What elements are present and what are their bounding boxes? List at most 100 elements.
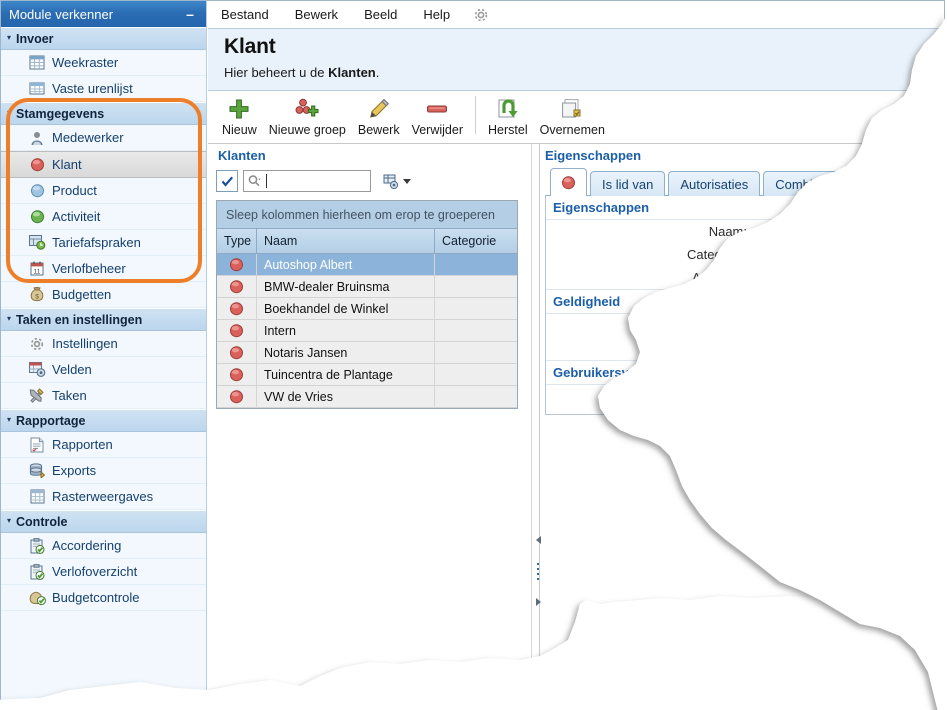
sidebar-item-weekraster[interactable]: Weekraster — [1, 50, 206, 76]
bewerk-button[interactable]: Bewerk — [352, 94, 406, 142]
tab-label: Combinaties — [775, 176, 848, 192]
filter-enabled-checkbox[interactable] — [216, 170, 238, 192]
field-label: Opmerking: — [679, 389, 747, 404]
herstel-button[interactable]: Herstel — [482, 94, 534, 142]
sidebar-item-budgetcontrole[interactable]: Budgetcontrole — [1, 585, 206, 611]
chevron-down-icon: ▾ — [7, 314, 12, 323]
money-bag-icon: $ — [27, 287, 47, 303]
table-row[interactable]: Autoshop Albert — [217, 254, 517, 276]
sidebar-group-taken-en-instellingen[interactable]: ▾ Taken en instellingen — [1, 308, 206, 331]
sidebar-group-stamgegevens[interactable]: ▾ Stamgegevens — [1, 102, 206, 125]
eigenschappen-pane-title: Eigenschappen — [545, 148, 642, 163]
column-header-naam[interactable]: Naam — [257, 229, 435, 253]
chevron-down-icon: ▾ — [7, 516, 12, 525]
klanten-pane: Klanten Sleep kolommen hierheen om erop … — [216, 144, 530, 409]
table-row[interactable]: VW de Vries — [217, 386, 517, 408]
field-categorie[interactable]: Categorie: — [546, 243, 942, 266]
menu-item-bestand[interactable]: Bestand — [208, 1, 282, 28]
sidebar-item-verlofoverzicht[interactable]: Verlofoverzicht — [1, 559, 206, 585]
table-row[interactable]: Notaris Jansen — [217, 342, 517, 364]
blue-sphere-icon — [27, 183, 47, 199]
field-geldig-van[interactable]: Geldig van: Geen — [546, 314, 942, 337]
tab-combinaties[interactable]: Combinaties — [763, 171, 860, 196]
cell-naam: Tuincentra de Plantage — [257, 364, 435, 385]
sidebar-item-klant[interactable]: Klant — [1, 151, 206, 178]
table-row[interactable]: Tuincentra de Plantage — [217, 364, 517, 386]
cell-naam: BMW-dealer Bruinsma — [257, 276, 435, 297]
sidebar-item-activiteit[interactable]: Activiteit — [1, 204, 206, 230]
group-drop-area[interactable]: Sleep kolommen hierheen om erop te groep… — [217, 201, 517, 229]
sidebar-item-label: Medewerker — [52, 130, 124, 145]
sidebar-item-label: Rasterweergaves — [52, 489, 154, 504]
eigenschappen-pane: Eigenschappen Is lid van Autorisaties Comb… — [545, 144, 945, 415]
grid-settings-button[interactable] — [382, 173, 411, 190]
sidebar-group-rapportage[interactable]: ▾ Rapportage — [1, 409, 206, 432]
red-sphere-icon — [27, 157, 47, 173]
sidebar-item-vaste-urenlijst[interactable]: Vaste urenlijst — [1, 76, 206, 102]
sidebar-group-label: Rapportage — [16, 413, 86, 428]
field-geldig-tot-en-met[interactable]: Geldig tot en met: Geen — [546, 337, 942, 360]
sidebar-item-taken[interactable]: Taken — [1, 383, 206, 409]
field-value: Autoshop Albert — [765, 224, 867, 239]
tab-autorisaties[interactable]: Autorisaties — [668, 171, 761, 196]
sidebar-item-budgetten[interactable]: $ Budgetten — [1, 282, 206, 308]
table-row[interactable]: BMW-dealer Bruinsma — [217, 276, 517, 298]
menu-item-help[interactable]: Help — [410, 1, 463, 28]
sidebar-group-controle[interactable]: ▾ Controle — [1, 510, 206, 533]
sidebar-item-accordering[interactable]: Accordering — [1, 533, 206, 559]
gear-icon[interactable] — [473, 7, 489, 23]
sidebar-item-product[interactable]: Product — [1, 178, 206, 204]
overnemen-button[interactable]: Overnemen — [534, 94, 611, 142]
field-editor-dots-icon[interactable] — [751, 343, 759, 354]
field-editor-dots-icon[interactable] — [751, 320, 759, 331]
sidebar-item-label: Exports — [52, 463, 97, 478]
splitter-handle[interactable] — [534, 536, 542, 606]
sidebar-item-label: Taken — [52, 388, 87, 403]
pane-splitter[interactable] — [530, 144, 544, 707]
sidebar-group-label: Stamgegevens — [16, 106, 105, 121]
nieuw-button[interactable]: Nieuw — [216, 94, 263, 142]
field-editor-dots-icon[interactable] — [751, 249, 759, 260]
minimize-icon[interactable]: – — [182, 7, 198, 21]
menu-item-bewerk[interactable]: Bewerk — [282, 1, 351, 28]
sidebar-item-label: Rapporten — [52, 437, 113, 452]
table-row[interactable]: Boekhandel de Winkel — [217, 298, 517, 320]
cell-naam: VW de Vries — [257, 386, 435, 407]
field-opmerking[interactable]: Opmerking: — [546, 385, 942, 408]
sidebar-item-instellingen[interactable]: Instellingen — [1, 331, 206, 357]
sidebar-group-invoer[interactable]: ▾ Invoer — [1, 27, 206, 50]
menu-item-beeld[interactable]: Beeld — [351, 1, 410, 28]
search-input[interactable] — [243, 170, 371, 192]
table-row[interactable]: Intern — [217, 320, 517, 342]
field-value: aa — [765, 270, 780, 285]
verwijder-button[interactable]: Verwijder — [406, 94, 469, 142]
field-naam[interactable]: Naam: Autoshop Albert — [546, 220, 942, 243]
toolbar-button-label: Bewerk — [357, 123, 400, 137]
sidebar-item-verlofbeheer[interactable]: 11 Verlofbeheer — [1, 256, 206, 282]
sidebar-item-tariefafspraken[interactable]: Tariefafspraken — [1, 230, 206, 256]
tab-is-lid-van[interactable]: Is lid van — [590, 171, 666, 196]
field-editor-dots-icon[interactable] — [751, 391, 759, 402]
field-afkorting[interactable]: Afkorting: aa — [546, 266, 942, 289]
database-export-icon — [27, 463, 47, 479]
sidebar-item-medewerker[interactable]: Medewerker — [1, 125, 206, 151]
sidebar-item-label: Accordering — [52, 538, 122, 553]
calendar-icon: 11 — [27, 261, 47, 277]
toolbar-button-label: Verwijder — [411, 123, 463, 137]
sidebar-item-rasterweergaves[interactable]: Rasterweergaves — [1, 484, 206, 510]
gear-icon — [27, 336, 47, 352]
nieuwe-groep-button[interactable]: Nieuwe groep — [263, 94, 352, 142]
module-explorer-sidebar: Module verkenner – ▾ Invoer Weekraster Vast… — [1, 1, 207, 708]
sidebar-item-rapporten[interactable]: Rapporten — [1, 432, 206, 458]
collapse-left-icon[interactable] — [535, 536, 541, 544]
pencil-icon — [368, 97, 390, 121]
undo-refresh-icon — [497, 97, 519, 121]
column-header-categorie[interactable]: Categorie — [435, 229, 517, 253]
sidebar-item-label: Product — [52, 183, 97, 198]
tab-eigenschappen[interactable] — [550, 168, 587, 196]
column-header-type[interactable]: Type — [217, 229, 257, 253]
sidebar-item-exports[interactable]: Exports — [1, 458, 206, 484]
sidebar-item-velden[interactable]: Velden — [1, 357, 206, 383]
collapse-right-icon[interactable] — [535, 598, 541, 606]
cell-categorie — [435, 320, 517, 341]
